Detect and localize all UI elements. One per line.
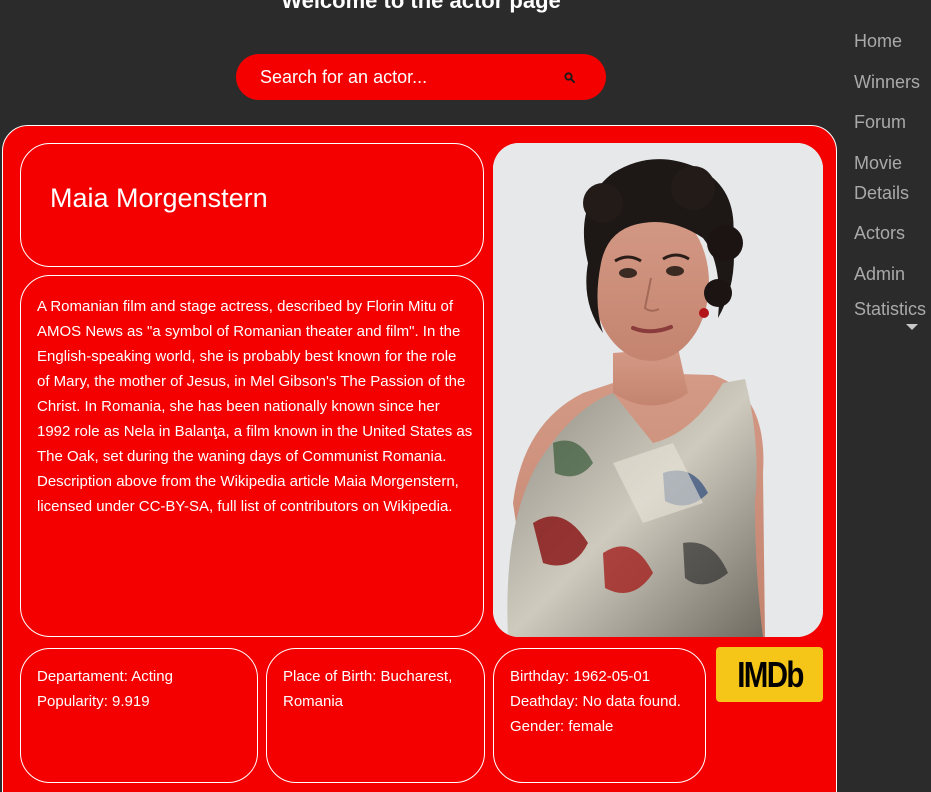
page-title: Welcome to the actor page — [281, 0, 561, 13]
search-bar — [236, 54, 606, 100]
place-of-birth-text: Place of Birth: Bucharest, Romania — [283, 668, 453, 710]
search-button[interactable] — [558, 66, 580, 88]
nav-forum[interactable]: Forum — [854, 107, 906, 137]
deathday-text: Deathday: No data found. — [510, 693, 681, 710]
imdb-logo-link[interactable]: IMDb — [716, 647, 823, 702]
dates-box: Birthday: 1962-05-01 Deathday: No data f… — [493, 648, 706, 783]
department-text: Departament: Acting — [37, 668, 173, 685]
nav-admin[interactable]: Admin — [854, 259, 905, 289]
actor-biography: A Romanian film and stage actress, descr… — [37, 298, 473, 515]
popularity-text: Popularity: 9.919 — [37, 693, 150, 710]
chevron-down-icon[interactable] — [906, 324, 918, 330]
actor-photo — [493, 143, 823, 637]
department-box: Departament: Acting Popularity: 9.919 — [20, 648, 258, 783]
actor-page: Welcome to the actor page Home Winners F… — [0, 0, 931, 792]
actor-bio-box: A Romanian film and stage actress, descr… — [20, 275, 484, 637]
birthplace-box: Place of Birth: Bucharest, Romania — [266, 648, 485, 783]
actor-name: Maia Morgenstern — [50, 183, 268, 213]
birthday-text: Birthday: 1962-05-01 — [510, 668, 651, 685]
nav-movie-details[interactable]: Movie Details — [854, 148, 924, 208]
nav-actors[interactable]: Actors — [854, 218, 905, 248]
gender-text: Gender: female — [510, 718, 614, 735]
imdb-logo: IMDb — [736, 653, 804, 695]
actor-portrait-image — [493, 143, 823, 637]
nav-winners[interactable]: Winners — [854, 67, 920, 97]
nav-statistics[interactable]: Statistics — [854, 294, 926, 324]
actor-card: Maia Morgenstern A Romanian film and sta… — [2, 125, 837, 792]
actor-name-box: Maia Morgenstern — [20, 143, 484, 267]
search-input[interactable] — [260, 54, 550, 100]
nav-home[interactable]: Home — [854, 26, 902, 56]
search-icon — [563, 71, 575, 83]
